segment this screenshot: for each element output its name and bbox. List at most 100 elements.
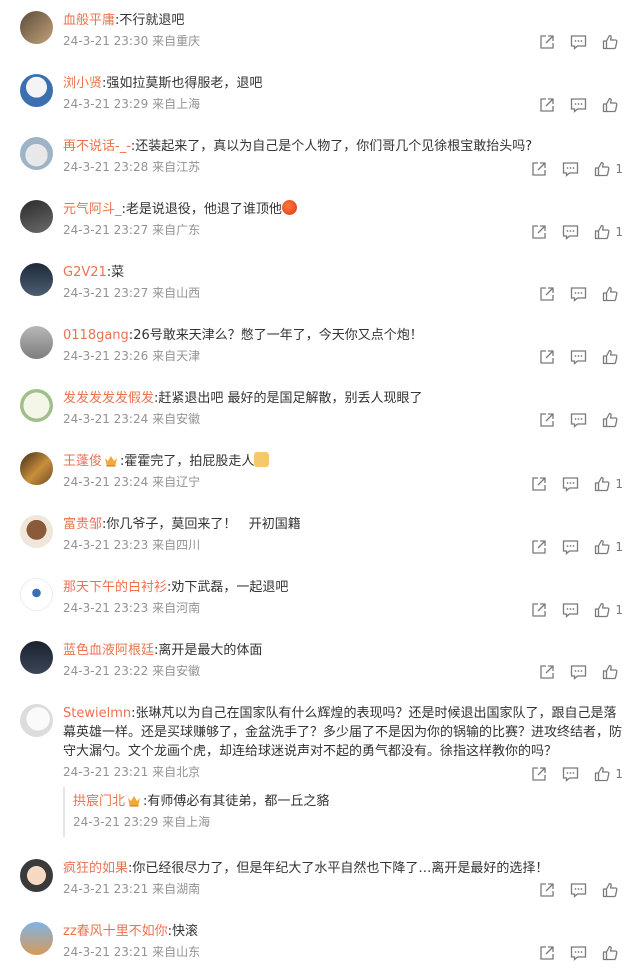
comment-button[interactable] [562,766,579,782]
like-count: 1 [615,540,623,554]
reply-username-link[interactable]: 拱宸门北 [73,794,125,809]
comment-text: 老是说退役，他退了谁顶他 [125,202,282,217]
avatar[interactable] [20,578,53,611]
like-button[interactable] [602,664,623,680]
comment-icon [563,540,579,555]
like-button[interactable]: 1 [594,475,623,493]
like-button[interactable]: 1 [594,223,623,241]
comment-button[interactable] [570,97,587,113]
comment-location: 来自江苏 [152,160,201,174]
share-button[interactable] [539,664,555,680]
username-link[interactable]: 富贵邹 [63,517,102,532]
comment-location: 来自山东 [152,945,201,959]
thumbs-up-icon [602,664,618,680]
avatar[interactable] [20,389,53,422]
like-button[interactable]: 1 [594,601,623,619]
avatar[interactable] [20,641,53,674]
like-button[interactable] [602,349,623,365]
share-button[interactable] [539,882,555,898]
comment-button[interactable] [562,224,579,240]
username-link[interactable]: 王蓬俊 [63,454,102,469]
share-button[interactable] [539,34,555,50]
comment-item: 元气阿斗_:老是说退役，他退了谁顶他 24-3-21 23:27 来自广东 1 [0,189,637,252]
username-link[interactable]: G2V21 [63,265,107,280]
avatar[interactable] [20,452,53,485]
like-count: 1 [615,603,623,617]
username-link[interactable]: 那天下午的白衬衫 [63,580,167,595]
comment-icon [570,35,587,50]
comment-text: 快滚 [172,924,199,939]
comment-button[interactable] [562,476,579,492]
reply-thread: 拱宸门北:有师傅必有其徒弟，都一丘之貉 24-3-21 23:29 来自上海 [63,787,623,837]
comment-item: Stewielmn:张琳芃以为自己在国家队有什么辉煌的表现吗？还是时候退出国家队… [0,693,637,848]
like-button[interactable]: 1 [594,765,623,783]
like-button[interactable] [602,34,623,50]
avatar[interactable] [20,11,53,44]
like-button[interactable] [602,882,623,898]
comment-time: 24-3-21 23:22 [63,664,149,678]
like-button[interactable]: 1 [594,160,623,178]
like-count: 1 [615,162,623,176]
avatar[interactable] [20,200,53,233]
avatar[interactable] [20,859,53,892]
like-button[interactable] [602,945,623,961]
comment-button[interactable] [570,882,587,898]
comment-button[interactable] [562,602,579,618]
comment-button[interactable] [570,664,587,680]
avatar[interactable] [20,74,53,107]
username-link[interactable]: 浏小贤 [63,76,102,91]
like-button[interactable] [602,286,623,302]
like-count: 1 [615,225,623,239]
share-button[interactable] [539,412,555,428]
comment-icon [563,162,579,177]
username-link[interactable]: 再不说话-_- [63,139,131,154]
username-link[interactable]: 元气阿斗_ [63,202,122,217]
avatar[interactable] [20,704,53,737]
share-button[interactable] [531,476,547,492]
comment-button[interactable] [570,349,587,365]
username-link[interactable]: 发发发发发假发 [63,391,154,406]
comment-text: 张琳芃以为自己在国家队有什么辉煌的表现吗？还是时候退出国家队了，跟自己是落幕英雄… [63,706,623,759]
comment-icon [570,98,587,113]
share-icon [532,603,547,617]
like-button[interactable] [602,97,623,113]
share-button[interactable] [531,766,547,782]
thumbs-up-icon [595,602,610,618]
share-button[interactable] [531,602,547,618]
avatar[interactable] [20,922,53,955]
avatar[interactable] [20,326,53,359]
share-icon [532,767,547,781]
comment-button[interactable] [570,412,587,428]
share-button[interactable] [531,224,547,240]
avatar[interactable] [20,263,53,296]
comment-icon [563,767,579,782]
share-button[interactable] [531,161,547,177]
share-icon [540,35,554,49]
share-button[interactable] [539,286,555,302]
share-button[interactable] [539,97,555,113]
share-button[interactable] [531,539,547,555]
comment-text: 26号敢来天津么？憋了一年了，今天你又点个炮！ [133,328,423,343]
avatar[interactable] [20,515,53,548]
share-button[interactable] [539,945,555,961]
comment-button[interactable] [570,945,587,961]
username-link[interactable]: 蓝色血液阿根廷 [63,643,154,658]
crown-badge-icon [128,796,141,807]
comment-text: 还装起来了，真以为自己是个人物了，你们哥几个见徐根宝敢抬头吗? [135,139,533,154]
username-link[interactable]: Stewielmn [63,706,131,721]
username-link[interactable]: 血般平庸 [63,13,115,28]
comment-button[interactable] [570,34,587,50]
comment-button[interactable] [570,286,587,302]
username-link[interactable]: 0118gang [63,328,129,343]
username-link[interactable]: zz春风十里不如你 [63,924,168,939]
comment-item: G2V21:菜 24-3-21 23:27 来自山西 [0,252,637,315]
comment-button[interactable] [562,539,579,555]
comment-time: 24-3-21 23:29 [63,97,149,111]
like-button[interactable]: 1 [594,538,623,556]
like-button[interactable] [602,412,623,428]
username-link[interactable]: 疯狂的如果 [63,861,128,876]
share-button[interactable] [539,349,555,365]
comment-button[interactable] [562,161,579,177]
comment-time: 24-3-21 23:30 [63,34,149,48]
avatar[interactable] [20,137,53,170]
